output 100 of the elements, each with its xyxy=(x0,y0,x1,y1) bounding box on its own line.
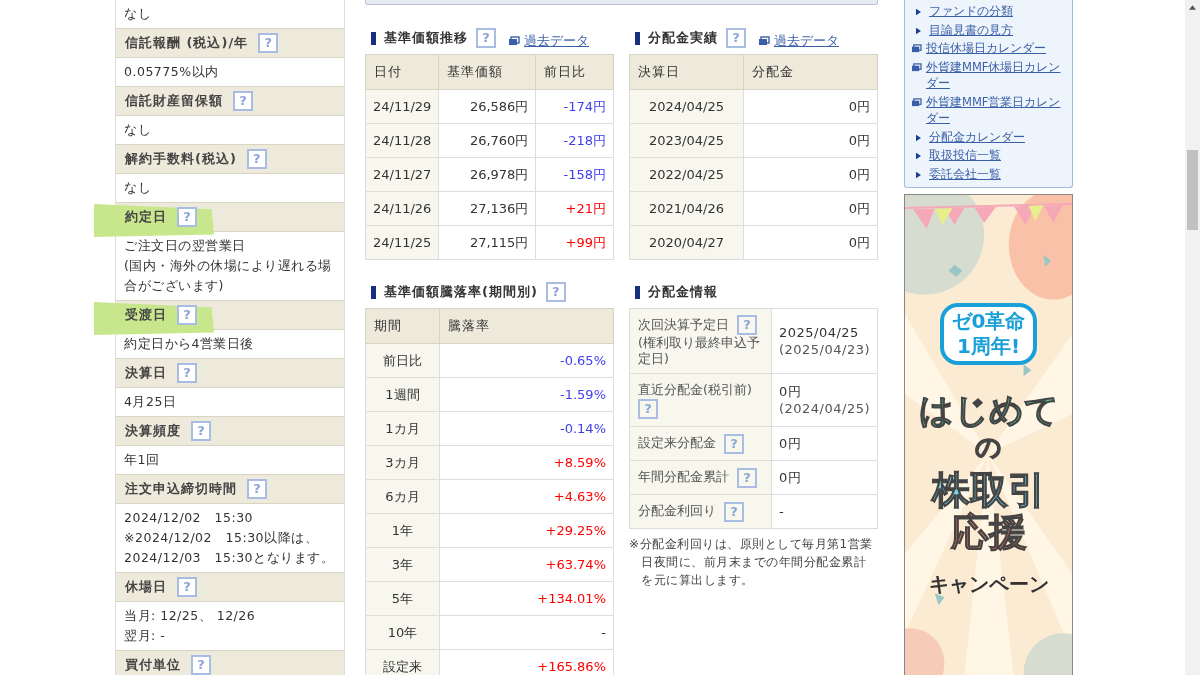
table-cell: 3年 xyxy=(365,547,440,582)
table-cell: 0円 xyxy=(743,157,878,192)
detail-label: 信託財産留保額 xyxy=(125,92,223,110)
table-cell: 3カ月 xyxy=(365,445,440,480)
info-label: 設定来分配金 xyxy=(638,435,716,450)
table-cell: 5年 xyxy=(365,581,440,616)
detail-value: 約定日から4営業日後 xyxy=(124,335,255,353)
sidebar-link[interactable]: 投信休場日カレンダー xyxy=(926,40,1046,57)
detail-label: 解約手数料(税込) xyxy=(125,150,237,168)
help-icon[interactable]: ? xyxy=(191,421,211,441)
detail-label: 受渡日 xyxy=(125,306,167,324)
column-header: 基準価額 xyxy=(438,54,536,90)
triangle-icon xyxy=(916,170,921,179)
sidebar-link[interactable]: 目論見書の見方 xyxy=(929,21,1013,38)
info-label: 年間分配金累計 xyxy=(638,469,729,484)
help-icon[interactable]: ? xyxy=(177,577,197,597)
past-data-link[interactable]: 過去データ xyxy=(774,31,839,50)
table-cell: 10年 xyxy=(365,615,440,650)
table-cell: -174円 xyxy=(535,89,614,124)
column-header: 分配金 xyxy=(743,54,878,90)
help-icon[interactable]: ? xyxy=(724,433,744,454)
window-icon xyxy=(911,44,922,53)
section-title: 分配金情報 xyxy=(648,283,718,301)
table-cell: 24/11/27 xyxy=(365,157,439,192)
section-title: 基準価額推移 xyxy=(384,29,468,47)
detail-value: 年1回 xyxy=(124,451,161,469)
info-value: 0円 xyxy=(778,469,803,486)
detail-label: 決算頻度 xyxy=(125,422,181,440)
triangle-icon xyxy=(916,152,921,160)
table-cell: 0円 xyxy=(743,123,878,158)
triangle-icon xyxy=(916,133,921,142)
past-data-link[interactable]: 過去データ xyxy=(524,31,589,50)
sidebar-link[interactable]: 外貨建MMF休場日カレンダー xyxy=(926,58,1068,92)
detail-label: 信託報酬 (税込)/年 xyxy=(125,34,249,52)
window-icon xyxy=(508,36,520,46)
column-header: 騰落率 xyxy=(439,308,614,344)
sidebar-link[interactable]: 取扱投信一覧 xyxy=(929,147,1001,164)
help-icon[interactable]: ? xyxy=(737,467,757,488)
detail-label: 約定日 xyxy=(125,208,167,226)
table-cell: 1年 xyxy=(365,513,440,548)
info-sublabel: (権利取り最終申込予定日) xyxy=(638,335,761,367)
help-icon[interactable]: ? xyxy=(177,363,197,383)
detail-value: なし xyxy=(124,121,152,139)
help-icon[interactable]: ? xyxy=(233,91,253,111)
table-cell: +4.63% xyxy=(439,479,614,514)
table-cell: 24/11/29 xyxy=(365,89,439,124)
table-cell: +29.25% xyxy=(439,513,614,548)
help-icon[interactable]: ? xyxy=(177,305,197,325)
section-marker-icon xyxy=(371,31,376,45)
table-cell: 2023/04/25 xyxy=(629,123,744,158)
badge-text: ゼ0革命 xyxy=(951,309,1026,334)
triangle-icon xyxy=(916,8,921,16)
info-value: (2025/04/23) xyxy=(778,341,870,358)
footnote: ※分配金利回りは、原則として毎月第1営業日夜間に、前月末までの年間分配金累計を元に算出します。 xyxy=(629,536,874,589)
campaign-banner[interactable]: ゼ0革命 1周年! はじめて の 株取引 応援 キャンペーン xyxy=(904,194,1073,675)
window-icon xyxy=(911,62,922,72)
help-icon[interactable]: ? xyxy=(737,315,757,335)
table-cell: +8.59% xyxy=(439,445,614,480)
table-cell: -0.14% xyxy=(439,411,614,446)
detail-label: 休場日 xyxy=(125,578,167,596)
help-icon[interactable]: ? xyxy=(258,33,279,53)
table-cell: -0.65% xyxy=(439,343,614,378)
help-icon[interactable]: ? xyxy=(247,479,267,499)
banner-headline: はじめて xyxy=(918,389,1059,431)
window-icon xyxy=(758,36,770,46)
scrollbar[interactable] xyxy=(1185,0,1200,675)
column-header: 前日比 xyxy=(535,54,614,90)
table-cell: - xyxy=(439,615,614,650)
detail-value: 0.05775%以内 xyxy=(124,63,220,81)
help-icon[interactable]: ? xyxy=(545,282,566,302)
section-marker-icon xyxy=(371,285,376,299)
scrollbar-thumb[interactable] xyxy=(1187,150,1198,230)
table-cell: 26,978円 xyxy=(438,157,536,192)
info-value: 0円 xyxy=(778,435,803,452)
help-icon[interactable]: ? xyxy=(476,28,496,48)
table-cell: 27,115円 xyxy=(438,225,536,260)
section-title: 基準価額騰落率(期間別) xyxy=(384,283,538,301)
help-icon[interactable]: ? xyxy=(246,149,267,169)
help-icon[interactable]: ? xyxy=(726,28,746,48)
sidebar-link[interactable]: ファンドの分類 xyxy=(929,3,1013,20)
detail-value: ご注文日の翌営業日 xyxy=(124,237,247,255)
detail-label: 決算日 xyxy=(125,364,167,382)
detail-value: 4月25日 xyxy=(124,393,178,411)
table-cell: 2021/04/26 xyxy=(629,191,744,226)
table-cell: 2020/04/27 xyxy=(629,225,744,260)
table-cell: 前日比 xyxy=(365,343,440,378)
sidebar-link[interactable]: 分配金カレンダー xyxy=(929,128,1025,145)
detail-value: (国内・海外の休場により遅れる場合がございます) xyxy=(124,257,333,295)
help-icon[interactable]: ? xyxy=(638,398,658,419)
sidebar-link[interactable]: 外貨建MMF営業日カレンダー xyxy=(926,93,1068,127)
table-cell: 設定来 xyxy=(365,649,440,675)
help-icon[interactable]: ? xyxy=(191,655,211,675)
sidebar-link[interactable]: 委託会社一覧 xyxy=(929,165,1001,182)
table-cell: 27,136円 xyxy=(438,191,536,226)
help-icon[interactable]: ? xyxy=(724,501,744,522)
detail-value: 当月: 12/25、 12/26 xyxy=(124,607,257,625)
help-icon[interactable]: ? xyxy=(177,207,197,227)
detail-label: 買付単位 xyxy=(125,656,181,674)
scroll-up-icon[interactable] xyxy=(1189,5,1196,10)
banner-text: キャンペーン xyxy=(928,571,1049,598)
